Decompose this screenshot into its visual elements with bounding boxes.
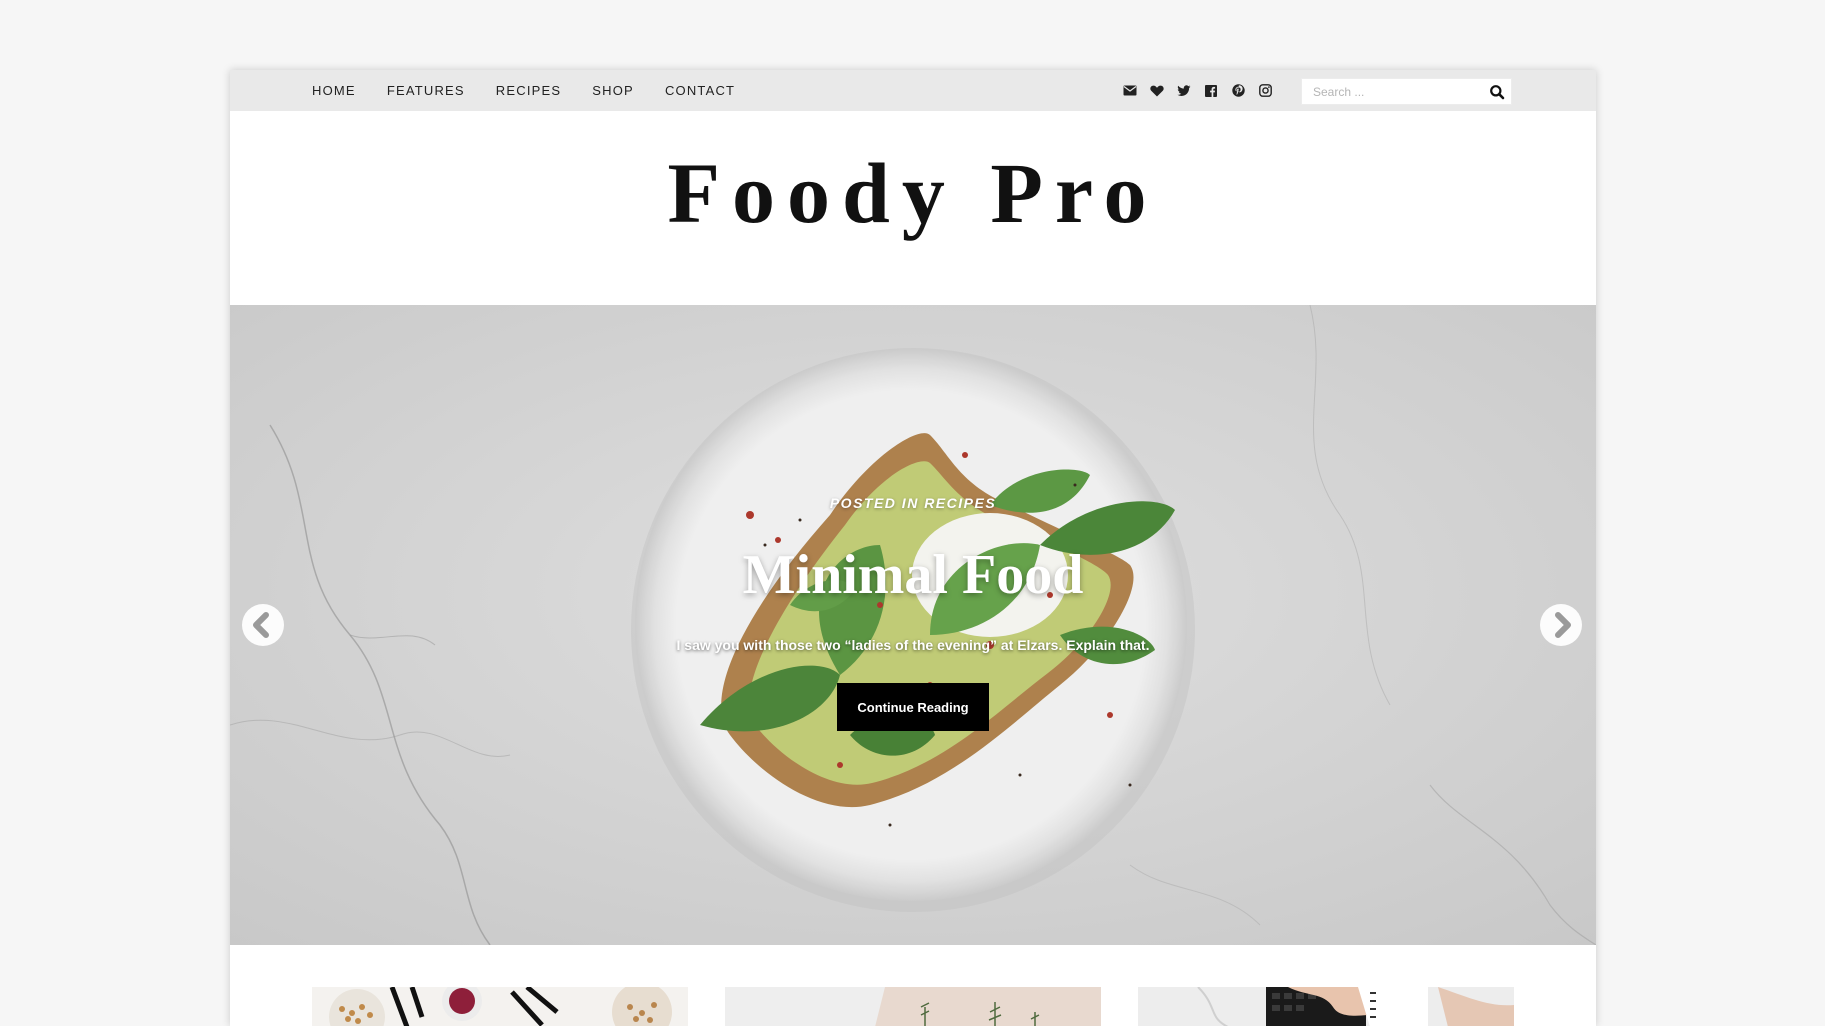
continue-reading-button[interactable]: Continue Reading [837, 683, 989, 731]
post-title[interactable]: Minimal Food [230, 543, 1596, 607]
heart-icon[interactable] [1150, 84, 1164, 98]
search-form [1301, 78, 1512, 105]
post-excerpt: I saw you with those two “ladies of the … [676, 637, 1150, 653]
nav-item-home[interactable]: HOME [312, 83, 356, 98]
nav-item-contact[interactable]: CONTACT [665, 83, 735, 98]
chevron-right-icon[interactable] [1539, 603, 1583, 647]
envelope-icon[interactable] [1123, 84, 1137, 98]
chevron-left-icon[interactable] [241, 603, 285, 647]
nav-item-shop[interactable]: SHOP [592, 83, 634, 98]
instagram-icon[interactable] [1258, 84, 1272, 98]
hero-slider: POSTED IN RECIPES Minimal Food I saw you… [230, 305, 1596, 945]
nav-item-features[interactable]: FEATURES [387, 83, 465, 98]
facebook-icon[interactable] [1204, 84, 1218, 98]
top-bar: HOME FEATURES RECIPES SHOP CONTACT [230, 70, 1596, 111]
nav-item-recipes[interactable]: RECIPES [496, 83, 561, 98]
search-input[interactable] [1302, 79, 1477, 104]
featured-posts [312, 987, 1514, 1026]
site-title[interactable]: Foody Pro [230, 150, 1596, 236]
post-thumbnail-3[interactable] [1138, 987, 1514, 1026]
hero-overlay [230, 305, 1596, 945]
post-thumbnail-2[interactable] [725, 987, 1101, 1026]
post-category[interactable]: POSTED IN RECIPES [230, 495, 1596, 511]
search-icon[interactable] [1489, 84, 1505, 100]
twitter-icon[interactable] [1177, 84, 1191, 98]
pinterest-icon[interactable] [1231, 84, 1245, 98]
page-container: HOME FEATURES RECIPES SHOP CONTACT Searc… [230, 70, 1596, 1026]
main-nav: HOME FEATURES RECIPES SHOP CONTACT [312, 70, 766, 111]
post-thumbnail-1[interactable] [312, 987, 688, 1026]
social-links [1123, 70, 1285, 111]
